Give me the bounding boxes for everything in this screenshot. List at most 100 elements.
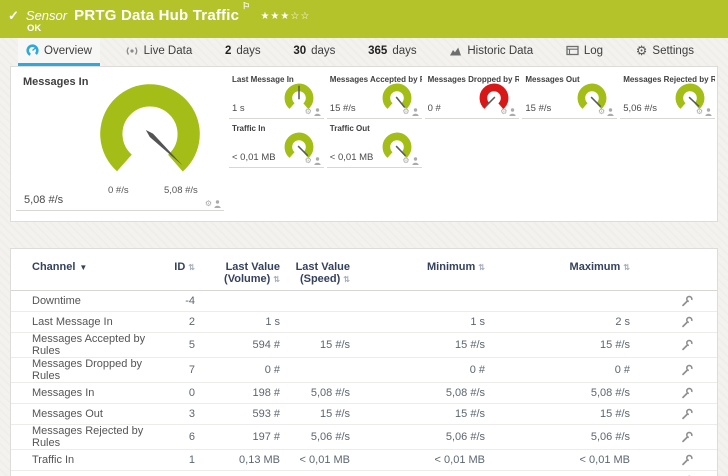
column-header-last-value-volume[interactable]: Last Value(Volume)⇅ [201,255,286,291]
sort-icon: ⇅ [623,263,630,272]
gear-icon[interactable]: ⚙ [696,108,703,116]
gauge-title: Messages Out [525,75,579,84]
flag-icon[interactable]: ⚐ [242,1,250,11]
gauge-value: 5,06 #/s [623,103,657,114]
cell-maximum: 5,08 #/s [491,383,636,404]
cell-last-value-speed: < 0,01 MB [286,450,356,471]
overview-gauges-card: Messages In 0 #/s 5,08 #/s 5,08 #/s ⚙ La… [10,66,718,222]
column-header-id[interactable]: ID⇅ [161,255,201,291]
table-row[interactable]: Messages Accepted by Rules 5 594 # 15 #/… [11,333,717,358]
cell-last-value-volume: 593 # [201,404,286,425]
tab-historic-data[interactable]: Historic Data [441,38,541,66]
cell-id: 0 [161,383,201,404]
cell-last-value-speed: < 0,01 MB [286,471,356,476]
gear-icon[interactable]: ⚙ [305,157,312,165]
log-icon [566,45,579,56]
cell-id: 6 [161,425,201,450]
tab-overview[interactable]: Overview [18,38,100,66]
cell-maximum: < 0,01 MB [491,471,636,476]
user-icon[interactable] [314,108,321,116]
channel-settings-wrench-icon[interactable] [680,454,693,467]
channel-settings-wrench-icon[interactable] [680,339,693,352]
table-row[interactable]: Traffic In 1 0,13 MB < 0,01 MB < 0,01 MB… [11,450,717,471]
cell-channel: Traffic In [11,450,161,471]
table-row[interactable]: Messages Dropped by Rules 7 0 # 0 # 0 # [11,358,717,383]
cell-minimum: < 0,01 MB [356,471,491,476]
gauge-panel: Traffic In < 0,01 MB ⚙ [229,121,324,168]
user-icon[interactable] [412,157,419,165]
cell-id: 2 [161,312,201,333]
cell-maximum [491,291,636,312]
gauge-panel: Traffic Out < 0,01 MB ⚙ [327,121,422,168]
gear-icon[interactable]: ⚙ [598,108,605,116]
gauge-title: Traffic In [232,124,265,133]
cell-channel: Last Message In [11,312,161,333]
cell-last-value-volume: 0,39 MB [201,471,286,476]
tab-number: 2 [225,45,231,57]
gauge-panel: Messages Dropped by Rules 0 # ⚙ [425,72,520,119]
cell-channel: Messages Out [11,404,161,425]
cell-last-value-volume: 0 # [201,358,286,383]
tab-live-data[interactable]: Live Data [117,38,201,66]
gauge-title: Traffic Out [330,124,370,133]
channel-settings-wrench-icon[interactable] [680,431,693,444]
column-header-channel[interactable]: Channel▼ [11,255,161,291]
gauge-value: 15 #/s [525,103,551,114]
cell-channel: Messages Accepted by Rules [11,333,161,358]
gauge-panel: Messages Out 15 #/s ⚙ [522,72,617,119]
tab-number: 30 [293,45,306,57]
channel-table-body: Downtime -4 Last Message In 2 1 s 1 s 2 … [11,291,717,476]
cell-last-value-volume: 197 # [201,425,286,450]
cell-maximum: < 0,01 MB [491,450,636,471]
gauge-scale-max: 5,08 #/s [164,185,198,196]
table-row[interactable]: Messages Rejected by Rules 6 197 # 5,06 … [11,425,717,450]
table-row[interactable]: Messages In 0 198 # 5,08 #/s 5,08 #/s 5,… [11,383,717,404]
user-icon[interactable] [314,157,321,165]
gear-icon[interactable]: ⚙ [402,157,409,165]
gear-icon[interactable]: ⚙ [205,200,212,208]
cell-minimum: 1 s [356,312,491,333]
table-row[interactable]: Last Message In 2 1 s 1 s 2 s [11,312,717,333]
column-header-maximum[interactable]: Maximum⇅ [491,255,636,291]
table-row[interactable]: Traffic Out 4 0,39 MB < 0,01 MB < 0,01 M… [11,471,717,476]
primary-gauge [92,76,208,192]
channel-settings-wrench-icon[interactable] [680,408,693,421]
channel-settings-wrench-icon[interactable] [680,295,693,308]
gear-icon[interactable]: ⚙ [305,108,312,116]
column-header-last-value-speed[interactable]: Last Value(Speed)⇅ [286,255,356,291]
gauge-value: 15 #/s [330,103,356,114]
tab-365-days[interactable]: 365 days [360,38,424,66]
tab-log[interactable]: Log [558,38,611,66]
channel-settings-wrench-icon[interactable] [680,316,693,329]
channel-settings-wrench-icon[interactable] [680,364,693,377]
table-header-row: Channel▼ ID⇅ Last Value(Volume)⇅ Last Va… [11,255,717,291]
gauge-panel-messages-in: Messages In 0 #/s 5,08 #/s 5,08 #/s ⚙ [16,72,224,211]
cell-id: -4 [161,291,201,312]
cell-last-value-speed: 15 #/s [286,404,356,425]
tab-settings[interactable]: ⚙ Settings [628,38,702,66]
cell-id: 1 [161,450,201,471]
table-row[interactable]: Downtime -4 [11,291,717,312]
table-row[interactable]: Messages Out 3 593 # 15 #/s 15 #/s 15 #/… [11,404,717,425]
channel-settings-wrench-icon[interactable] [680,387,693,400]
tab-label: Log [584,45,603,57]
user-icon[interactable] [509,108,516,116]
gauge-value: 0 # [428,103,441,114]
cell-maximum: 5,06 #/s [491,425,636,450]
user-icon[interactable] [705,108,712,116]
user-icon[interactable] [214,200,221,208]
cell-id: 3 [161,404,201,425]
tab-label: Live Data [144,45,193,57]
priority-stars[interactable]: ★★★☆☆ [260,11,310,22]
cell-minimum: 15 #/s [356,404,491,425]
user-icon[interactable] [607,108,614,116]
cell-channel: Messages Dropped by Rules [11,358,161,383]
gear-icon[interactable]: ⚙ [500,108,507,116]
column-header-minimum[interactable]: Minimum⇅ [356,255,491,291]
tab-30-days[interactable]: 30 days [285,38,343,66]
user-icon[interactable] [412,108,419,116]
cell-last-value-speed: 5,06 #/s [286,425,356,450]
cell-maximum: 15 #/s [491,333,636,358]
tab-2-days[interactable]: 2 days [217,38,269,66]
gear-icon[interactable]: ⚙ [402,108,409,116]
